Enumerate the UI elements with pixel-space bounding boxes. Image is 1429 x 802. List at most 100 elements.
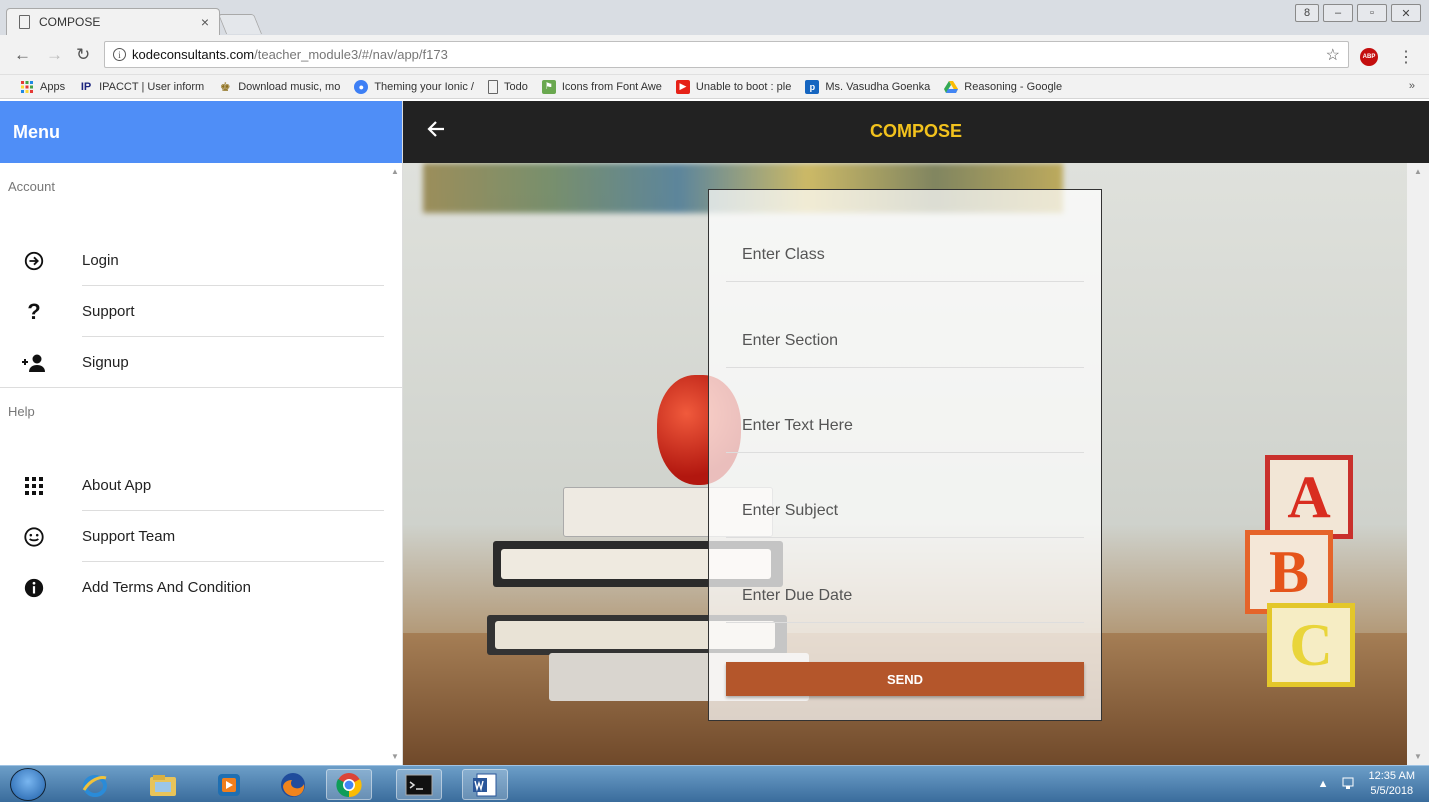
page-icon <box>19 15 30 29</box>
menu-item-label: Add Terms And Condition <box>82 579 251 596</box>
ie-icon[interactable] <box>72 769 118 800</box>
tray-expand-icon[interactable]: ▲ <box>1318 778 1329 790</box>
reload-icon[interactable]: ↻ <box>76 45 90 65</box>
maximize-button[interactable]: ▫ <box>1357 4 1387 22</box>
fontawesome-icon: ⚑ <box>541 79 556 94</box>
bookmark-ionic[interactable]: ● Theming your Ionic / <box>354 79 474 94</box>
browser-menu-icon[interactable]: ⋮ <box>1398 47 1414 67</box>
bookmark-ipacct[interactable]: IP IPACCT | User inform <box>79 80 204 94</box>
menu-item-label: Signup <box>82 354 129 371</box>
clock[interactable]: 12:35 AM 5/5/2018 <box>1369 769 1415 799</box>
window-controls: 8 – ▫ ✕ <box>1295 4 1421 22</box>
back-nav-icon[interactable]: ← <box>14 45 31 65</box>
close-window-button[interactable]: ✕ <box>1391 4 1421 22</box>
profile-icon[interactable]: 8 <box>1295 4 1319 22</box>
section-input[interactable] <box>742 332 1072 350</box>
bookmark-fontawesome[interactable]: ⚑ Icons from Font Awe <box>541 79 662 94</box>
tab-close-icon[interactable]: × <box>201 14 209 30</box>
sidebar-scrollbar[interactable]: ▲ ▼ <box>388 163 402 765</box>
word-icon[interactable] <box>462 769 508 800</box>
side-menu: Menu Account Login ? Support Signup Help… <box>0 101 403 765</box>
media-player-icon[interactable] <box>206 769 252 800</box>
page-title: COMPOSE <box>869 121 962 141</box>
menu-item-about-app[interactable]: About App <box>0 460 402 511</box>
bookmark-label: Ms. Vasudha Goenka <box>825 80 931 93</box>
browser-tab-strip: COMPOSE × 8 – ▫ ✕ <box>0 0 1429 35</box>
text-field[interactable] <box>726 367 1084 453</box>
browser-tab[interactable]: COMPOSE × <box>6 8 220 35</box>
menu-item-login[interactable]: Login <box>0 235 402 286</box>
section-label-account: Account <box>8 179 55 194</box>
menu-item-support[interactable]: ? Support <box>0 286 402 337</box>
bookmark-label: Apps <box>40 80 66 93</box>
bookmark-apps[interactable]: Apps <box>20 80 65 94</box>
question-icon: ? <box>27 298 41 324</box>
menu-item-support-team[interactable]: Support Team <box>0 511 402 562</box>
scroll-down-icon[interactable]: ▼ <box>391 752 399 761</box>
bookmark-reasoning[interactable]: Reasoning - Google <box>944 80 1062 94</box>
due-date-input[interactable] <box>742 587 1072 605</box>
section-field[interactable] <box>726 282 1084 368</box>
youtube-icon: ▶ <box>675 79 690 94</box>
clock-time: 12:35 AM <box>1368 770 1415 782</box>
clock-date: 5/5/2018 <box>1370 785 1414 797</box>
bookmark-label: Icons from Font Awe <box>561 80 662 93</box>
scroll-up-icon[interactable]: ▲ <box>1414 167 1422 176</box>
login-icon <box>20 250 48 272</box>
send-button[interactable]: SEND <box>726 662 1084 696</box>
menu-item-terms[interactable]: Add Terms And Condition <box>0 562 402 613</box>
info-icon[interactable]: i <box>113 48 126 61</box>
info-icon <box>20 577 48 599</box>
class-field[interactable] <box>726 196 1084 282</box>
menu-item-label: Support Team <box>82 528 176 545</box>
system-tray: ▲ 12:35 AM 5/5/2018 <box>1318 769 1415 799</box>
scroll-down-icon[interactable]: ▼ <box>1414 752 1422 761</box>
bookmark-label: Theming your Ionic / <box>374 80 474 93</box>
address-bar[interactable]: i kodeconsultants.com/teacher_module3/#/… <box>104 41 1349 68</box>
section-label-help: Help <box>8 404 35 419</box>
network-icon[interactable] <box>1341 776 1355 793</box>
menu-item-signup[interactable]: Signup <box>0 337 402 388</box>
bookmark-label: Todo <box>503 80 528 93</box>
bookmark-star-icon[interactable]: ☆ <box>1326 45 1340 65</box>
minimize-button[interactable]: – <box>1323 4 1353 22</box>
subject-field[interactable] <box>726 452 1084 538</box>
due-date-field[interactable] <box>726 537 1084 623</box>
file-explorer-icon[interactable] <box>140 769 186 800</box>
bookmark-music[interactable]: ♚ Download music, mo <box>218 80 340 94</box>
new-tab-button[interactable] <box>217 14 263 34</box>
subject-input[interactable] <box>742 502 1072 520</box>
tab-title: COMPOSE <box>39 15 101 29</box>
adblock-icon[interactable]: ABP <box>1360 48 1378 66</box>
forward-nav-icon[interactable]: → <box>46 45 63 65</box>
bookmark-youtube[interactable]: ▶ Unable to boot : ple <box>675 79 792 94</box>
ionic-icon: ● <box>354 79 369 94</box>
chrome-icon[interactable] <box>326 769 372 800</box>
cmd-icon[interactable] <box>396 769 442 800</box>
bookmarks-overflow-icon[interactable]: » <box>1409 80 1415 92</box>
menu-item-label: Login <box>82 252 119 269</box>
app-header: COMPOSE <box>403 101 1429 163</box>
start-button[interactable] <box>10 768 46 801</box>
class-input[interactable] <box>742 246 1072 264</box>
scroll-up-icon[interactable]: ▲ <box>391 167 399 176</box>
bookmark-label: Reasoning - Google <box>964 80 1063 93</box>
url-host: kodeconsultants.com <box>132 47 255 62</box>
apps-grid-icon <box>20 80 34 94</box>
ipacct-icon: IP <box>80 80 92 93</box>
bookmarks-bar: Apps IP IPACCT | User inform ♚ Download … <box>0 75 1429 99</box>
toy-block-b: B <box>1245 530 1333 614</box>
content-scrollbar[interactable]: ▲ ▼ <box>1407 163 1429 765</box>
toy-block-a: A <box>1265 455 1353 539</box>
menu-item-label: About App <box>82 477 152 494</box>
bookmark-label: Unable to boot : ple <box>695 80 792 93</box>
text-input[interactable] <box>742 417 1072 435</box>
add-person-icon <box>20 353 48 373</box>
p-icon: p <box>805 79 820 94</box>
bookmark-todo[interactable]: Todo <box>487 79 528 94</box>
firefox-icon[interactable] <box>270 769 316 800</box>
google-drive-icon <box>944 80 959 94</box>
compose-form: SEND <box>708 189 1102 721</box>
bookmark-vasudha[interactable]: p Ms. Vasudha Goenka <box>805 79 931 94</box>
menu-item-label: Support <box>82 303 135 320</box>
